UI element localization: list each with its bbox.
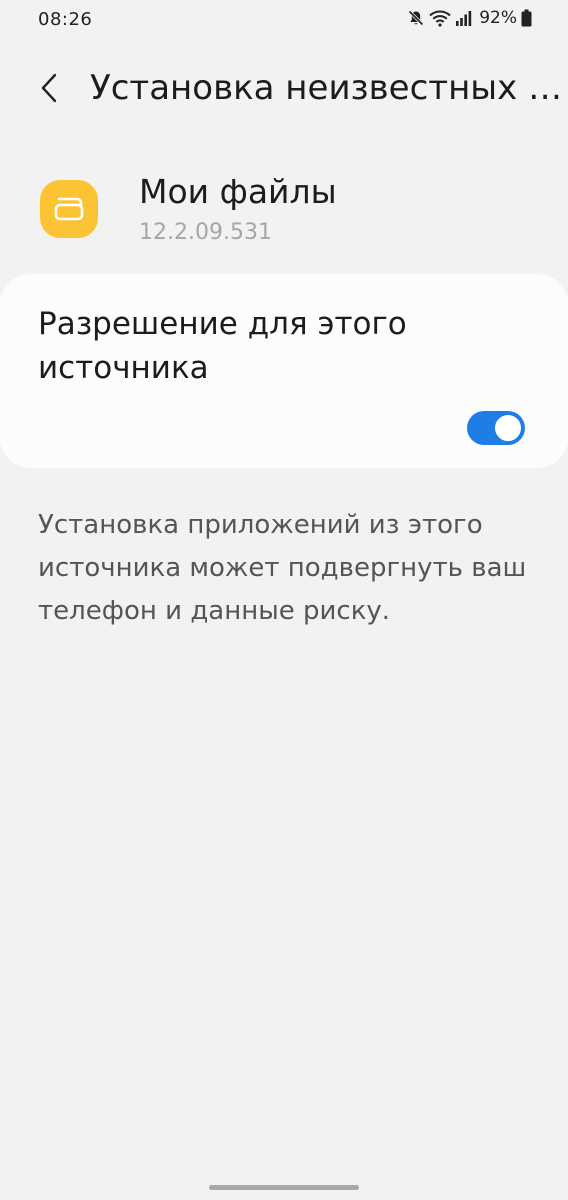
status-icons: 92% <box>407 8 532 28</box>
page-title: Установка неизвестных приложений <box>90 68 565 108</box>
signal-icon <box>455 9 473 27</box>
permission-toggle[interactable] <box>467 411 525 445</box>
toggle-knob <box>493 413 523 443</box>
status-time: 08:26 <box>38 9 93 30</box>
my-files-folder-icon <box>40 180 98 238</box>
battery-icon <box>521 9 532 27</box>
status-bar: 08:26 92% <box>0 0 568 44</box>
app-bar: Установка неизвестных приложений <box>0 56 568 126</box>
home-indicator[interactable] <box>209 1185 359 1190</box>
mute-icon <box>407 9 425 27</box>
battery-percent: 92% <box>479 8 517 28</box>
permission-label: Разрешение для этого источника <box>38 306 407 386</box>
back-button[interactable] <box>26 62 74 118</box>
chevron-left-icon <box>38 71 62 109</box>
warning-text: Установка приложений из этого источника … <box>38 510 527 626</box>
app-info: Мои файлы 12.2.09.531 <box>0 168 568 258</box>
wifi-icon <box>429 9 451 27</box>
permission-card[interactable]: Разрешение для этого источника <box>0 274 568 468</box>
app-version: 12.2.09.531 <box>139 220 272 245</box>
app-name: Мои файлы <box>139 172 337 211</box>
